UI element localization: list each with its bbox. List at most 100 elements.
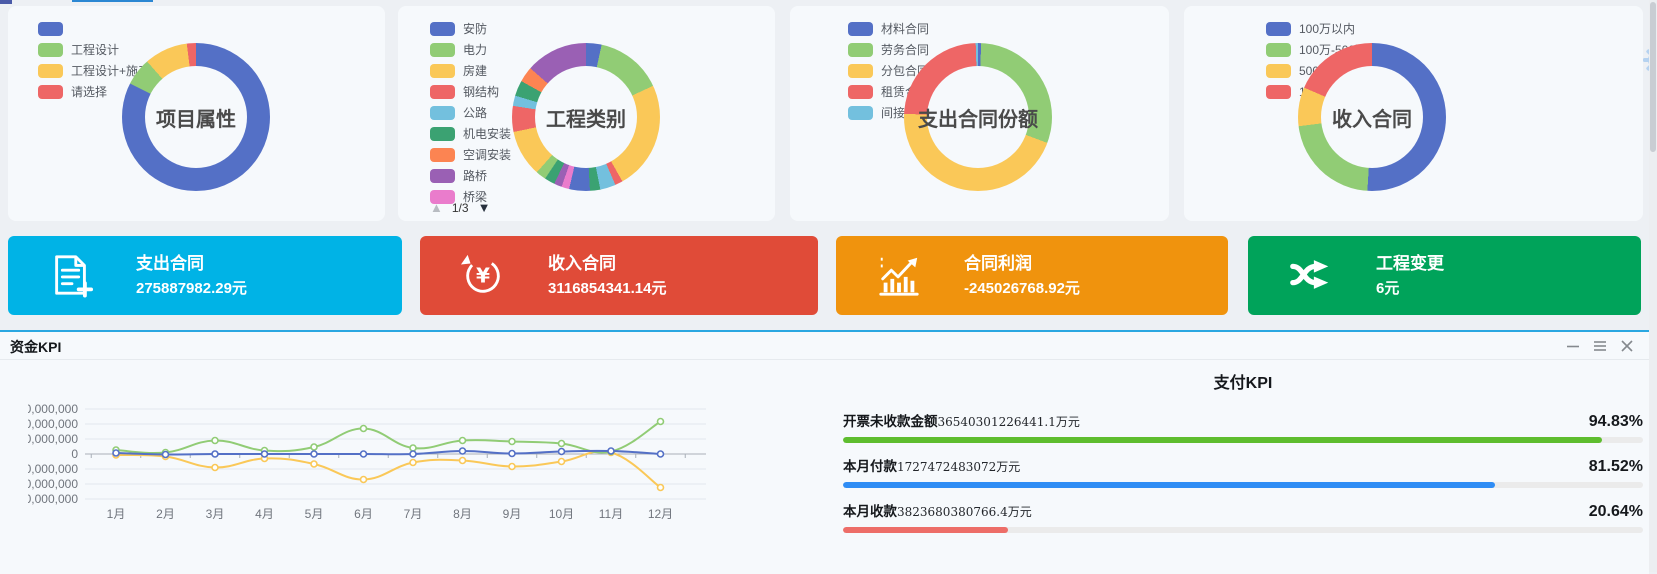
legend-swatch [430,169,455,183]
pay-kpi-section: 支付KPI 开票未收款金额36540301226441.1万元94.83%本月付… [843,372,1643,545]
legend-item[interactable]: 100万以内 [1266,18,1374,39]
donut-card-4: 100万以内100万-500万500万-1000万1000万收入合同 [1184,6,1643,221]
legend-item[interactable]: 空调安装 [430,144,511,165]
pay-kpi-row: 本月收款3823680380766.4万元20.64% [843,500,1643,545]
donut-center-title: 项目属性 [122,43,270,191]
corner-tab-indicator [0,0,12,4]
pay-kpi-percent: 20.64% [1589,503,1643,521]
pay-kpi-title: 支付KPI [843,372,1643,410]
svg-text:3月: 3月 [206,507,225,521]
legend-item[interactable] [38,18,150,39]
progress-track [843,527,1643,533]
legend-pager: ▲ 1/3 ▼ [430,200,490,215]
donut-chart[interactable]: 项目属性 [122,43,270,191]
shuffle-icon [1288,252,1336,300]
legend-item[interactable]: 钢结构 [430,81,511,102]
legend-label: 请选择 [71,83,107,100]
legend-label: 材料合同 [881,20,929,37]
legend-item[interactable]: 安防 [430,18,511,39]
funds-line-chart[interactable]: 90,000,00060,000,00030,000,0000-30,000,0… [28,392,718,532]
kpi-value: 3116854341.14元 [548,277,666,300]
kpi-card-1[interactable]: 支出合同275887982.29元 [8,236,402,315]
panel-header: 资金KPI [0,332,1649,360]
vertical-scrollbar[interactable] [1649,0,1657,572]
close-button[interactable] [1619,338,1635,354]
panel-title: 资金KPI [10,337,61,357]
legend-label: 电力 [463,41,487,58]
window-controls [1565,338,1635,354]
progress-fill [843,437,1602,443]
minimize-button[interactable] [1565,338,1581,354]
pay-kpi-rows: 开票未收款金额36540301226441.1万元94.83%本月付款17274… [843,410,1643,545]
progress-fill [843,482,1495,488]
legend-swatch [848,22,873,36]
pay-kpi-line: 本月收款3823680380766.4万元20.64% [843,500,1643,521]
kpi-text-block: 支出合同275887982.29元 [136,250,247,300]
donut-chart[interactable]: 工程类别 [512,43,660,191]
legend-swatch [1266,85,1291,99]
pay-kpi-row: 本月付款1727472483072万元81.52% [843,455,1643,500]
legend-swatch [848,85,873,99]
svg-text:60,000,000: 60,000,000 [28,417,78,431]
pager-up-icon[interactable]: ▲ [430,200,443,215]
legend-label: 路桥 [463,167,487,184]
legend-item[interactable]: 路桥 [430,165,511,186]
legend-item[interactable]: 机电安装 [430,123,511,144]
menu-button[interactable] [1592,338,1608,354]
donut-card-1: 工程设计工程设计+施工请选择项目属性 [8,6,385,221]
svg-text:6月: 6月 [354,507,373,521]
svg-text:12月: 12月 [648,507,673,521]
svg-text:11月: 11月 [599,507,623,521]
kpi-card-4[interactable]: 工程变更6元 [1248,236,1641,315]
dashboard-page: { "donut_cards": [ { "title": "项目属性", "l… [0,0,1657,572]
pay-kpi-label: 本月付款 [843,455,897,475]
legend-swatch [848,43,873,57]
legend-item[interactable]: 房建 [430,60,511,81]
svg-text:5月: 5月 [305,507,324,521]
chart-increase-icon [876,252,924,300]
pay-kpi-value: 3823680380766.4万元 [897,503,1032,520]
kpi-value: -245026768.92元 [964,277,1080,300]
kpi-title: 支出合同 [136,250,247,277]
pager-label: 1/3 [452,201,469,215]
pay-kpi-percent: 94.83% [1589,413,1643,431]
donut-chart[interactable]: 支出合同份额 [904,43,1052,191]
kpi-text-block: 工程变更6元 [1376,250,1444,300]
legend-swatch [848,106,873,120]
svg-text:1月: 1月 [107,507,126,521]
legend-label: 房建 [463,62,487,79]
legend-item[interactable]: 电力 [430,39,511,60]
legend-swatch [430,148,455,162]
legend-item[interactable]: 公路 [430,102,511,123]
legend-label: 空调安装 [463,146,511,163]
svg-text:2月: 2月 [156,507,175,521]
legend-swatch [38,85,63,99]
kpi-title: 工程变更 [1376,250,1444,277]
scrollbar-thumb[interactable] [1650,2,1656,152]
legend-swatch [430,106,455,120]
legend-swatch [38,43,63,57]
svg-text:90,000,000: 90,000,000 [28,402,78,416]
legend-item[interactable]: 材料合同 [848,18,929,39]
pay-kpi-label: 开票未收款金额 [843,410,938,430]
legend-swatch [38,22,63,36]
progress-track [843,437,1643,443]
kpi-card-2[interactable]: ¥收入合同3116854341.14元 [420,236,818,315]
legend-label: 100万以内 [1299,20,1355,37]
pay-kpi-line: 本月付款1727472483072万元81.52% [843,455,1643,476]
svg-text:8月: 8月 [453,507,472,521]
donut-card-2: 安防电力房建钢结构公路机电安装空调安装路桥桥梁工程类别▲1/3▼ [398,6,775,221]
chart-legend: 安防电力房建钢结构公路机电安装空调安装路桥桥梁 [430,18,511,207]
progress-track [843,482,1643,488]
pager-down-icon[interactable]: ▼ [478,200,491,215]
document-add-icon [48,252,96,300]
pay-kpi-percent: 81.52% [1589,458,1643,476]
kpi-title: 合同利润 [964,250,1080,277]
kpi-text-block: 合同利润-245026768.92元 [964,250,1080,300]
svg-text:-90,000,000: -90,000,000 [28,492,78,506]
kpi-card-3[interactable]: 合同利润-245026768.92元 [836,236,1228,315]
legend-swatch [430,64,455,78]
donut-chart[interactable]: 收入合同 [1298,43,1446,191]
kpi-value: 6元 [1376,277,1444,300]
donut-center-title: 工程类别 [512,43,660,191]
